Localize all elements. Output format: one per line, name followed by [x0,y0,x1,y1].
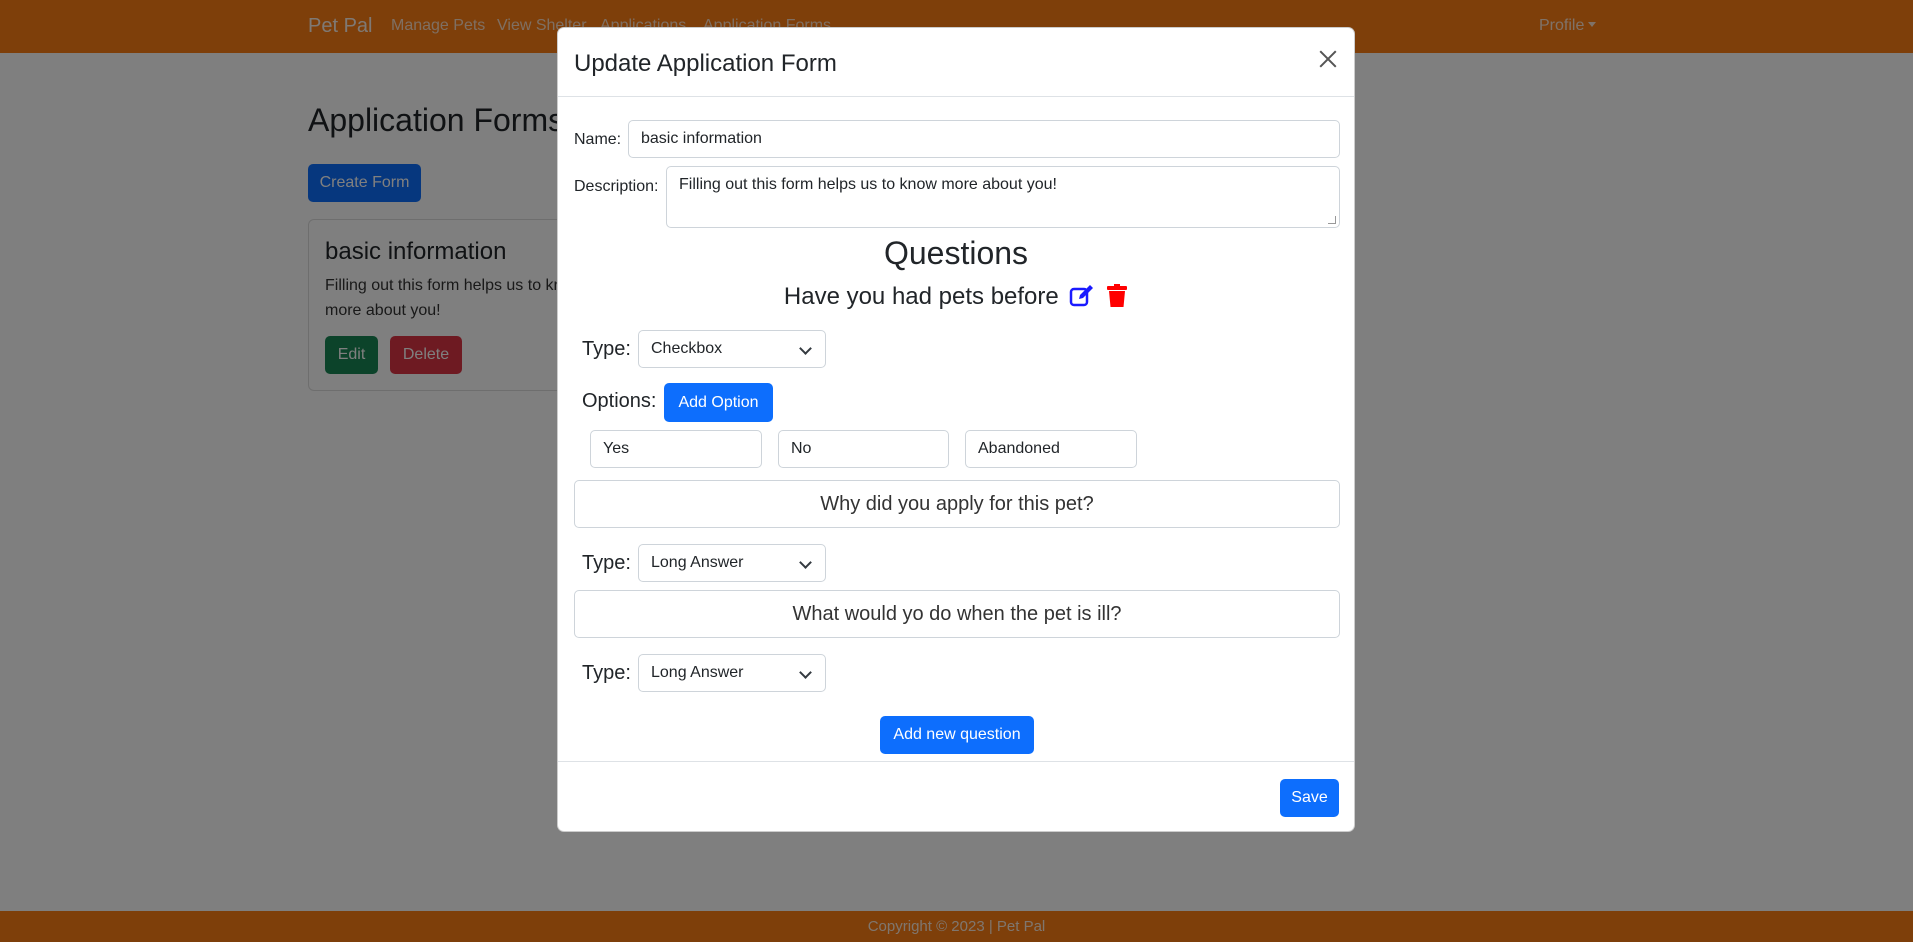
questions-heading: Questions [883,235,1029,271]
type-label: Type: [582,338,631,360]
type-select[interactable]: Long Answer [638,654,826,692]
name-label: Name: [574,131,622,148]
modal-header: Update Application Form [558,28,1354,97]
option-input[interactable]: No [778,430,949,468]
close-icon[interactable] [1314,45,1342,73]
chevron-down-icon [799,666,812,679]
resize-grip-icon[interactable] [1328,216,1336,224]
add-question-button[interactable]: Add new question [880,716,1034,754]
type-label: Type: [582,662,631,684]
name-input[interactable]: basic information [628,120,1340,158]
description-label: Description: [574,178,659,195]
options-label: Options: [582,390,657,412]
chevron-down-icon [799,342,812,355]
question-text-input[interactable]: What would yo do when the pet is ill? [574,590,1340,638]
type-label: Type: [582,552,631,574]
save-button[interactable]: Save [1280,779,1339,817]
type-select-value: Long Answer [651,554,744,571]
description-textarea[interactable]: Filling out this form helps us to know m… [666,166,1340,228]
description-text: Filling out this form helps us to know m… [679,176,1057,193]
option-input[interactable]: Abandoned [965,430,1137,468]
question-title-row: Have you had pets before [558,283,1354,315]
type-select-value: Checkbox [651,340,723,357]
type-select-value: Long Answer [651,664,744,681]
option-input[interactable]: Yes [590,430,762,468]
question-title: Have you had pets before [783,283,1059,310]
chevron-down-icon [799,556,812,569]
question-text-input[interactable]: Why did you apply for this pet? [574,480,1340,528]
modal-footer [558,761,1354,833]
trash-icon[interactable] [1106,284,1128,315]
type-select[interactable]: Checkbox [638,330,826,368]
add-option-button[interactable]: Add Option [664,383,773,422]
update-form-modal: Update Application Form Name: basic info… [557,27,1355,832]
type-select[interactable]: Long Answer [638,544,826,582]
edit-icon[interactable] [1069,284,1095,315]
modal-title: Update Application Form [574,50,837,77]
